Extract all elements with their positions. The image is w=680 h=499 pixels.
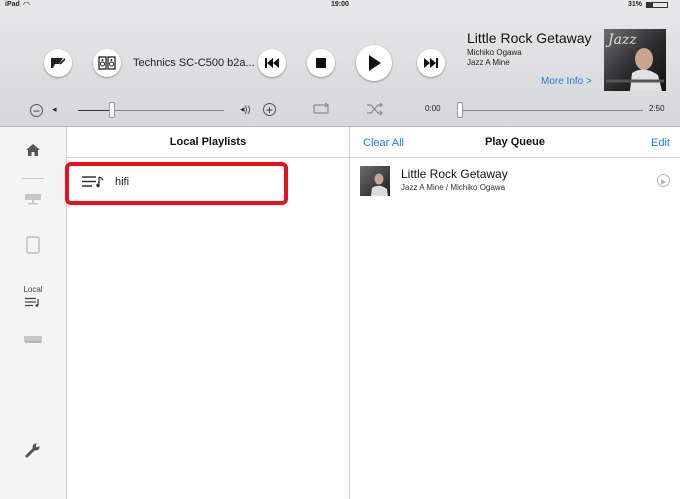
sidebar-divider xyxy=(22,178,44,179)
sidebar-item-component[interactable] xyxy=(22,329,44,351)
volume-down-button[interactable]: − xyxy=(30,104,43,117)
progress-slider-handle[interactable] xyxy=(457,102,463,118)
volume-slider-handle[interactable] xyxy=(108,102,115,118)
volume-up-button[interactable]: + xyxy=(263,103,276,116)
edit-button[interactable]: Edit xyxy=(651,137,670,149)
play-small-icon xyxy=(661,172,666,190)
stop-button[interactable] xyxy=(307,49,335,77)
top-control-bar: iPad ◠ 19:00 31% Technics SC-C500 b2a... xyxy=(0,0,680,127)
now-playing-artist: Michiko Ogawa xyxy=(467,48,522,57)
sidebar-item-settings[interactable] xyxy=(22,441,44,463)
sidebar-item-home[interactable] xyxy=(22,141,44,163)
sidebar: Local xyxy=(0,127,67,499)
shuffle-icon[interactable] xyxy=(366,102,384,121)
queue-item-title: Little Rock Getaway xyxy=(401,167,508,181)
play-button[interactable] xyxy=(356,45,392,81)
battery-icon xyxy=(646,2,668,8)
wrench-icon xyxy=(25,442,41,463)
stop-icon xyxy=(316,58,326,68)
play-queue-title: Play Queue xyxy=(485,136,545,148)
device-name[interactable]: Technics SC-C500 b2a... xyxy=(133,57,255,69)
local-playlists-title: Local Playlists xyxy=(169,136,247,148)
queue-item-play-button[interactable] xyxy=(657,174,670,187)
device-select-button[interactable] xyxy=(44,49,72,77)
previous-icon xyxy=(264,57,280,69)
home-icon xyxy=(25,143,41,162)
repeat-icon[interactable] xyxy=(312,102,330,121)
highlight-box xyxy=(65,162,288,205)
sidebar-item-devices[interactable] xyxy=(22,190,44,212)
volume-slider[interactable] xyxy=(78,102,224,118)
status-battery: 31% xyxy=(628,1,643,8)
next-button[interactable] xyxy=(417,49,445,77)
sidebar-item-tablet[interactable] xyxy=(22,235,44,259)
queue-item-subtitle: Jazz A Mine / Michiko Ogawa xyxy=(401,183,506,192)
more-info-link[interactable]: More Info > xyxy=(541,76,592,87)
tablet-icon xyxy=(26,235,40,259)
local-playlist-icon xyxy=(24,294,42,311)
queue-item-thumbnail xyxy=(360,166,390,196)
plus-icon: + xyxy=(265,102,273,117)
sidebar-local-label: Local xyxy=(23,285,43,294)
volume-fill xyxy=(78,110,112,111)
speaker-group-button[interactable] xyxy=(93,49,121,77)
speaker-device-icon xyxy=(49,55,67,71)
time-total: 2:50 xyxy=(649,104,665,113)
volume-high-icon: ◂)) xyxy=(240,104,251,114)
queue-item[interactable]: Little Rock Getaway Jazz A Mine / Michik… xyxy=(350,159,680,203)
time-elapsed: 0:00 xyxy=(425,104,441,113)
component-icon xyxy=(23,331,43,349)
previous-button[interactable] xyxy=(258,49,286,77)
minus-icon: − xyxy=(32,103,40,118)
album-cover[interactable]: Jazz xyxy=(604,29,666,91)
progress-slider[interactable] xyxy=(457,102,643,118)
status-device: iPad xyxy=(5,1,20,8)
volume-low-icon: ◂ xyxy=(52,104,57,114)
speakers-icon xyxy=(98,56,116,70)
play-icon xyxy=(366,54,382,72)
next-icon xyxy=(423,57,439,69)
wifi-icon: ◠ xyxy=(23,0,30,9)
device-icon xyxy=(24,192,42,210)
status-time: 19:00 xyxy=(331,1,349,8)
clear-all-button[interactable]: Clear All xyxy=(363,137,404,149)
sidebar-item-local[interactable]: Local xyxy=(16,285,50,312)
local-playlists-header: Local Playlists xyxy=(67,127,349,158)
now-playing-title: Little Rock Getaway xyxy=(467,30,592,46)
now-playing-album: Jazz A Mine xyxy=(467,58,510,67)
